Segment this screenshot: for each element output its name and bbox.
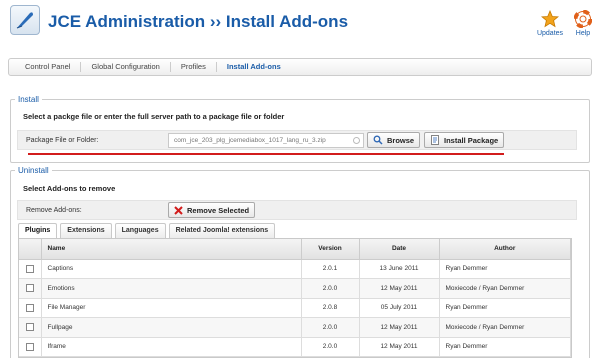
version-column-header[interactable]: Version — [301, 239, 360, 260]
jce-logo — [10, 5, 40, 35]
nav-tab-profiles[interactable]: Profiles — [171, 62, 217, 72]
lifebuoy-icon — [574, 10, 592, 28]
page-title: JCE Administration ›› Install Add-ons — [48, 12, 349, 31]
table-row: Emotions 2.0.0 12 May 2011 Moxiecode / R… — [19, 278, 571, 299]
main-nav: Control Panel Global Configuration Profi… — [8, 58, 592, 76]
star-icon — [541, 10, 559, 28]
plugin-date: 13 June 2011 — [359, 259, 440, 279]
document-icon — [431, 135, 439, 145]
addon-type-tabs: Plugins Extensions Languages Related Joo… — [18, 223, 276, 238]
package-file-value: com_jce_203_plg_jcemediabox_1017_lang_ru… — [174, 137, 326, 144]
plugin-date: 12 May 2011 — [359, 278, 440, 299]
uninstall-instruction: Select Add-ons to remove — [23, 184, 116, 193]
plugin-version: 2.0.0 — [301, 317, 360, 338]
help-button[interactable]: Help — [570, 10, 596, 37]
feather-icon — [16, 12, 33, 29]
select-column-header — [19, 239, 42, 260]
plugin-name: Emotions — [41, 278, 302, 299]
tab-extensions[interactable]: Extensions — [60, 223, 112, 238]
plugin-version: 2.0.0 — [301, 337, 360, 357]
browse-label: Browse — [387, 135, 415, 145]
browse-button[interactable]: Browse — [367, 132, 421, 148]
updates-button[interactable]: Updates — [536, 10, 564, 37]
plugin-version: 2.0.0 — [301, 278, 360, 299]
package-file-row: Package File or Folder: com_jce_203_plg_… — [17, 130, 577, 150]
plugin-date: 05 July 2011 — [359, 298, 440, 318]
package-file-input[interactable]: com_jce_203_plg_jcemediabox_1017_lang_ru… — [168, 133, 364, 148]
remove-add-ons-label: Remove Add-ons: — [26, 207, 82, 214]
install-package-button[interactable]: Install Package — [424, 132, 505, 148]
row-checkbox[interactable] — [25, 342, 34, 351]
install-instruction: Select a packge file or enter the full s… — [23, 112, 285, 121]
table-row: Iframe 2.0.0 12 May 2011 Ryan Demmer — [19, 337, 571, 357]
tab-plugins[interactable]: Plugins — [18, 223, 58, 238]
plugin-date: 12 May 2011 — [359, 337, 440, 357]
nav-tab-global-configuration[interactable]: Global Configuration — [81, 62, 171, 72]
package-file-label: Package File or Folder: — [26, 137, 99, 144]
remove-add-ons-row: Remove Add-ons: Remove Selected — [17, 200, 577, 220]
page-header: JCE Administration ›› Install Add-ons Up… — [0, 0, 600, 48]
nav-tab-install-add-ons[interactable]: Install Add-ons — [217, 62, 291, 72]
row-checkbox[interactable] — [25, 323, 34, 332]
search-icon — [373, 135, 383, 145]
table-row: Captions 2.0.1 13 June 2011 Ryan Demmer — [19, 259, 571, 279]
row-checkbox[interactable] — [25, 264, 34, 273]
nav-tab-control-panel[interactable]: Control Panel — [15, 62, 82, 72]
uninstall-legend: Uninstall — [18, 166, 49, 175]
row-checkbox[interactable] — [25, 284, 34, 293]
author-column-header[interactable]: Author — [439, 239, 571, 260]
plugin-author: Moxiecode / Ryan Demmer — [439, 278, 571, 299]
tab-languages[interactable]: Languages — [114, 223, 166, 238]
plugin-name: Iframe — [41, 337, 302, 357]
table-row: File Manager 2.0.8 05 July 2011 Ryan Dem… — [19, 298, 571, 318]
tab-related-joomla-extensions[interactable]: Related Joomla! extensions — [168, 223, 276, 238]
install-package-label: Install Package — [444, 135, 499, 145]
plugin-date: 12 May 2011 — [359, 317, 440, 338]
name-column-header[interactable]: Name — [41, 239, 302, 260]
plugin-version: 2.0.8 — [301, 298, 360, 318]
plugin-name: Fullpage — [41, 317, 302, 338]
table-header-row: Name Version Date Author — [19, 239, 571, 260]
date-column-header[interactable]: Date — [359, 239, 440, 260]
plugin-author: Ryan Demmer — [439, 259, 571, 279]
updates-label: Updates — [536, 30, 564, 37]
plugin-name: Captions — [41, 259, 302, 279]
plugin-author: Ryan Demmer — [439, 337, 571, 357]
plugin-name: File Manager — [41, 298, 302, 318]
table-row: Fullpage 2.0.0 12 May 2011 Moxiecode / R… — [19, 317, 571, 338]
remove-selected-label: Remove Selected — [187, 205, 250, 215]
help-label: Help — [575, 30, 591, 37]
remove-selected-button[interactable]: Remove Selected — [168, 202, 256, 218]
install-legend: Install — [18, 95, 39, 104]
plugins-table: Name Version Date Author Captions 2.0.1 … — [18, 238, 572, 358]
plugin-author: Ryan Demmer — [439, 298, 571, 318]
delete-icon — [174, 205, 183, 215]
highlight-underline — [28, 153, 504, 155]
row-checkbox[interactable] — [25, 303, 34, 312]
plugin-version: 2.0.1 — [301, 259, 360, 279]
plugin-author: Moxiecode / Ryan Demmer — [439, 317, 571, 338]
clear-icon[interactable] — [353, 137, 360, 144]
